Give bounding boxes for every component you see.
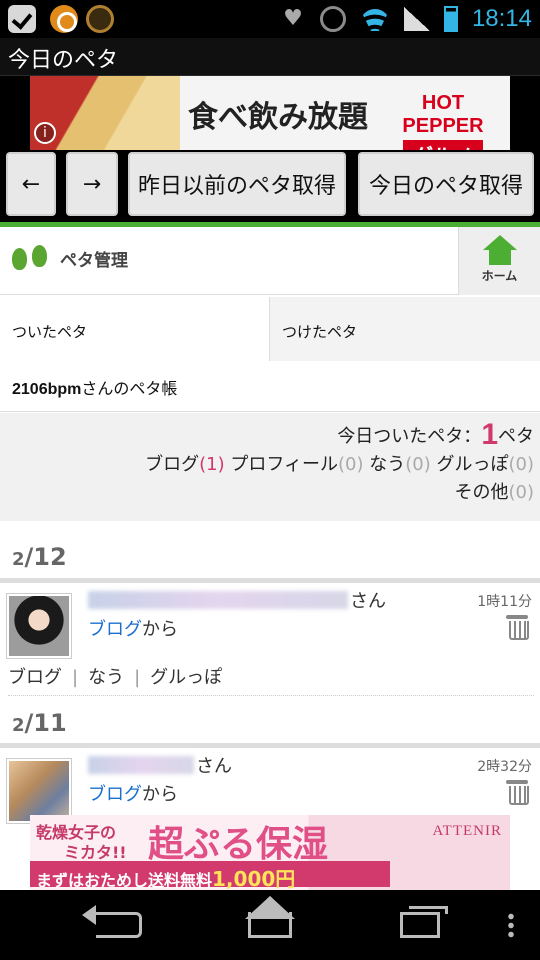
source-link[interactable]: ブログ (88, 619, 142, 640)
ad-brand: ATTENIR (432, 823, 502, 839)
date-header: 2/11 (12, 709, 67, 737)
ad-line2: ミカタ!! (64, 843, 127, 862)
gear-notification-icon (86, 5, 114, 33)
home-icon (482, 235, 517, 265)
trash-icon[interactable] (506, 615, 529, 640)
web-content: ペタ管理 ホーム ついたペタ つけたペタ 2106bpmさんのペタ帳 今日ついた… (0, 222, 540, 890)
ad-brand: HOT PEPPER グルメ (384, 92, 502, 150)
check-notification-icon (8, 5, 36, 33)
footprint-icon (12, 245, 52, 271)
name-suffix: さん (196, 756, 232, 777)
peta-stats: 今日ついたペタ：1ペタ ブログ(1) プロフィール(0) なう(0) グルっぽ(… (0, 413, 540, 521)
today-label: 今日ついたペタ： (337, 426, 482, 447)
wifi-icon (360, 7, 390, 31)
visitor-links: ブログ | なう | グルっぽ (8, 663, 534, 696)
stat-other-count: (0) (508, 482, 535, 503)
user-suffix: さんのペタ帳 (81, 379, 178, 398)
stat-grupo-label: グルっぽ (436, 454, 509, 475)
ad-brand-line2: グルメ (403, 140, 483, 150)
stat-grupo-count: (0) (508, 454, 535, 475)
logo-text: ペタ管理 (60, 250, 128, 271)
peta-source: ブログから (88, 615, 178, 641)
blurred-name (88, 591, 348, 609)
ad-brand-line1: HOT PEPPER (402, 92, 484, 137)
ad-info-icon[interactable]: i (34, 122, 56, 144)
back-button[interactable]: ← (6, 152, 56, 216)
link-grupo[interactable]: グルっぽ (150, 667, 222, 688)
peta-entry: さん ブログから 1時11分 ブログ | なう | グルっぽ (0, 585, 540, 696)
ad-headline: 食べ飲み放題 (188, 100, 368, 135)
stat-other-label: その他 (454, 482, 509, 503)
stat-now-count: (0) (405, 454, 431, 475)
user-name: 2106bpm (12, 381, 82, 398)
menu-dots-icon[interactable] (508, 912, 514, 938)
blurred-name (88, 756, 194, 774)
home-label: ホーム (481, 269, 518, 283)
system-navigation-bar (0, 890, 540, 960)
tab-received-peta[interactable]: ついたペタ (0, 297, 270, 361)
navigation-row: ← → 昨日以前のペタ取得 今日のペタ取得 (0, 150, 540, 222)
visitor-name[interactable]: さん (88, 587, 386, 613)
tab-bar: ついたペタ つけたペタ (0, 297, 540, 361)
status-bar: ♥ 18:14 (0, 0, 540, 38)
home-button[interactable]: ホーム (458, 227, 540, 295)
date-day: /12 (24, 543, 67, 571)
back-nav-icon[interactable] (82, 905, 142, 938)
ad-offer-strip: まずはおためし送料無料1,000円 (30, 861, 390, 890)
stat-blog-label: ブログ (145, 454, 200, 475)
stat-now-label: なう (369, 454, 406, 475)
battery-icon (443, 6, 458, 32)
fetch-past-peta-button[interactable]: 昨日以前のペタ取得 (128, 152, 346, 216)
source-suffix: から (142, 619, 178, 640)
user-peta-book-title: 2106bpmさんのペタ帳 (0, 362, 540, 412)
date-header: 2/12 (12, 543, 67, 571)
top-banner-ad[interactable]: i 食べ飲み放題 HOT PEPPER グルメ (30, 76, 510, 150)
section-divider (0, 743, 540, 748)
alarm-icon (319, 6, 346, 32)
app-header: ペタ管理 ホーム (0, 227, 540, 295)
ad-headline: 超ぷる保湿 (148, 824, 329, 865)
name-suffix: さん (350, 591, 386, 612)
tab-given-peta[interactable]: つけたペタ (270, 297, 540, 361)
window-title: 今日のペタ (8, 48, 119, 73)
peta-time: 1時11分 (477, 594, 532, 610)
source-link[interactable]: ブログ (88, 784, 142, 805)
home-nav-icon[interactable] (248, 912, 292, 938)
recent-apps-icon[interactable] (400, 906, 448, 938)
signal-icon (403, 7, 430, 31)
stat-blog-count: (1) (199, 454, 225, 475)
peta-logo[interactable]: ペタ管理 (12, 245, 128, 271)
today-unit: ペタ (498, 426, 534, 447)
ad-price: 1,000円 (212, 867, 296, 890)
window-titlebar: 今日のペタ (0, 38, 540, 76)
heart-status-icon: ♥ (283, 6, 303, 31)
forward-button[interactable]: → (66, 152, 118, 216)
date-day: /11 (24, 709, 67, 737)
app-notification-icon (50, 5, 78, 33)
stat-profile-label: プロフィール (230, 454, 339, 475)
ad-offer-text: まずはおためし送料無料 (36, 871, 213, 890)
trash-icon[interactable] (506, 780, 529, 805)
avatar[interactable] (6, 593, 72, 659)
visitor-name[interactable]: さん (88, 752, 232, 778)
date-month: 2 (12, 549, 25, 570)
peta-source: ブログから (88, 780, 178, 806)
link-now[interactable]: なう (88, 667, 124, 688)
clock: 18:14 (471, 5, 532, 32)
stat-profile-count: (0) (338, 454, 364, 475)
peta-time: 2時32分 (477, 759, 532, 775)
fetch-today-peta-button[interactable]: 今日のペタ取得 (358, 152, 534, 216)
date-month: 2 (12, 715, 25, 736)
bottom-banner-ad[interactable]: 乾燥女子の ミカタ!! 超ぷる保湿 ATTENIR まずはおためし送料無料1,0… (30, 815, 510, 890)
link-blog[interactable]: ブログ (8, 667, 62, 688)
section-divider (0, 578, 540, 583)
today-count: 1 (481, 418, 498, 451)
source-suffix: から (142, 784, 178, 805)
